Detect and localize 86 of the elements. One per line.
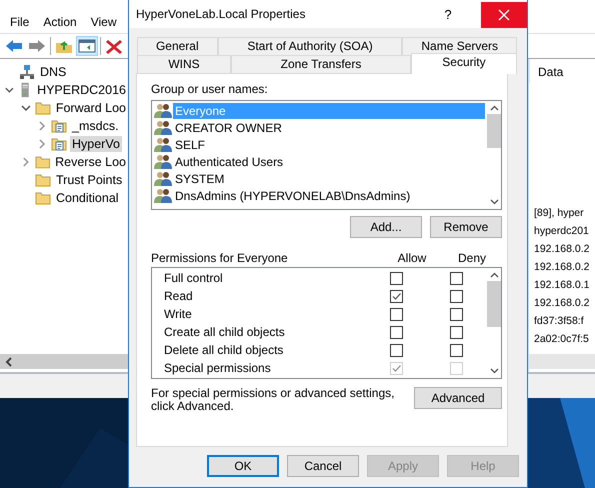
checkbox[interactable] — [450, 290, 463, 302]
scroll-down-icon — [490, 368, 498, 374]
table-cell-text: 192.168.0.2 — [533, 242, 590, 257]
list-item[interactable]: SELF — [173, 136, 208, 152]
scroll-up-icon — [490, 272, 498, 278]
folder-icon — [34, 154, 50, 170]
advanced-button[interactable]: Advanced — [414, 387, 502, 409]
tab[interactable]: General — [137, 37, 218, 55]
column-header[interactable]: Data — [529, 59, 595, 83]
forward-arrow-icon[interactable] — [27, 37, 47, 55]
network-icon — [19, 64, 35, 80]
list-item[interactable]: DnsAdmins (HYPERVONELAB\DnsAdmins) — [173, 188, 412, 204]
tree-item[interactable]: _msdcs. — [70, 118, 121, 134]
permission-name: Special permissions — [164, 361, 272, 375]
user-list[interactable]: Everyone CREATOR OWNER SELF Authenticated Users SYSTEM DnsAdmins (HYPERVONELAB\DnsAdmins) — [151, 100, 502, 210]
button[interactable]: Cancel — [287, 455, 359, 477]
list-item[interactable]: Authenticated Users — [173, 154, 286, 170]
help-button[interactable]: ? — [433, 1, 463, 27]
checkbox[interactable] — [390, 308, 403, 320]
folder-icon — [35, 172, 51, 188]
tree-item[interactable]: HYPERDC2016 — [35, 82, 128, 98]
scroll-left-icon — [4, 356, 14, 366]
delete-icon[interactable] — [104, 37, 124, 55]
checkbox[interactable] — [450, 326, 463, 338]
table-cell-text: 192.168.0.1 — [533, 278, 590, 293]
zone-file-icon — [51, 118, 67, 134]
permission-name: Delete all child objects — [164, 343, 284, 357]
list-label: Permissions for Everyone — [151, 251, 289, 267]
checkbox[interactable] — [390, 344, 403, 356]
permission-name: Write — [164, 307, 193, 321]
folder-icon — [34, 100, 51, 116]
table-cell-text: 2a02:0c7f:5 — [533, 332, 590, 347]
checkbox[interactable] — [390, 272, 403, 284]
users-icon — [154, 120, 172, 135]
users-icon — [154, 137, 172, 152]
column-header: Deny — [456, 251, 487, 267]
table-cell-text: 192.168.0.2 — [533, 296, 590, 311]
button[interactable]: Add... — [350, 216, 422, 238]
close-button[interactable] — [481, 2, 527, 28]
list-item[interactable]: CREATOR OWNER — [173, 120, 284, 136]
scrollbar[interactable] — [529, 354, 595, 369]
table-cell-text: hyperdc201 — [533, 224, 590, 239]
tree-item[interactable]: Trust Points — [54, 172, 124, 188]
tab[interactable]: WINS — [137, 55, 232, 73]
button[interactable]: OK — [207, 455, 279, 477]
tab[interactable]: Start of Authority (SOA) — [218, 37, 402, 55]
tree-item[interactable]: Reverse Loo — [53, 154, 128, 170]
users-icon — [154, 154, 172, 169]
window-title: HyperVoneLab.Local Properties — [135, 7, 306, 21]
tree-item[interactable]: Forward Loo — [54, 100, 128, 116]
tab[interactable]: Name Servers — [402, 37, 517, 55]
table-cell-text: 192.168.0.2 — [533, 260, 590, 275]
zone-file-icon — [51, 136, 67, 152]
table-cell-text: [89], hyper — [533, 206, 585, 221]
menu-item[interactable]: File — [10, 15, 30, 29]
checkbox[interactable] — [390, 290, 403, 302]
panel-icon[interactable] — [77, 37, 97, 55]
permission-name: Read — [164, 289, 194, 303]
permission-name: Full control — [164, 271, 224, 285]
tree-item[interactable]: DNS — [38, 64, 68, 80]
users-icon — [154, 103, 172, 118]
permission-name: Create all child objects — [164, 325, 286, 339]
users-icon — [154, 188, 172, 203]
list-item[interactable]: SYSTEM — [173, 170, 226, 186]
checkbox[interactable] — [450, 272, 463, 284]
button[interactable]: Remove — [430, 216, 502, 238]
tree-item[interactable]: Conditional — [54, 190, 121, 206]
users-icon — [154, 171, 172, 186]
scroll-up-icon — [490, 105, 498, 111]
help-text: For special permissions or advanced settings, click Advanced. — [151, 387, 396, 413]
tree-item[interactable]: HyperVo — [70, 136, 122, 152]
scrollbar[interactable] — [0, 354, 128, 369]
menu-item[interactable]: Action — [43, 15, 77, 29]
menu-item[interactable]: View — [90, 15, 116, 29]
checkbox[interactable] — [450, 344, 463, 356]
checkbox[interactable] — [390, 326, 403, 338]
close-icon — [498, 9, 510, 21]
checkbox[interactable] — [450, 308, 463, 320]
list-label: Group or user names: — [151, 82, 269, 96]
folder-icon — [35, 190, 51, 206]
tab[interactable]: Zone Transfers — [231, 55, 411, 73]
column-header: Allow — [396, 251, 428, 267]
back-arrow-icon[interactable] — [4, 37, 24, 55]
table-cell-text: fd37:3f58:f — [533, 314, 585, 329]
tab[interactable]: Security — [410, 53, 517, 74]
scroll-down-icon — [490, 199, 498, 205]
